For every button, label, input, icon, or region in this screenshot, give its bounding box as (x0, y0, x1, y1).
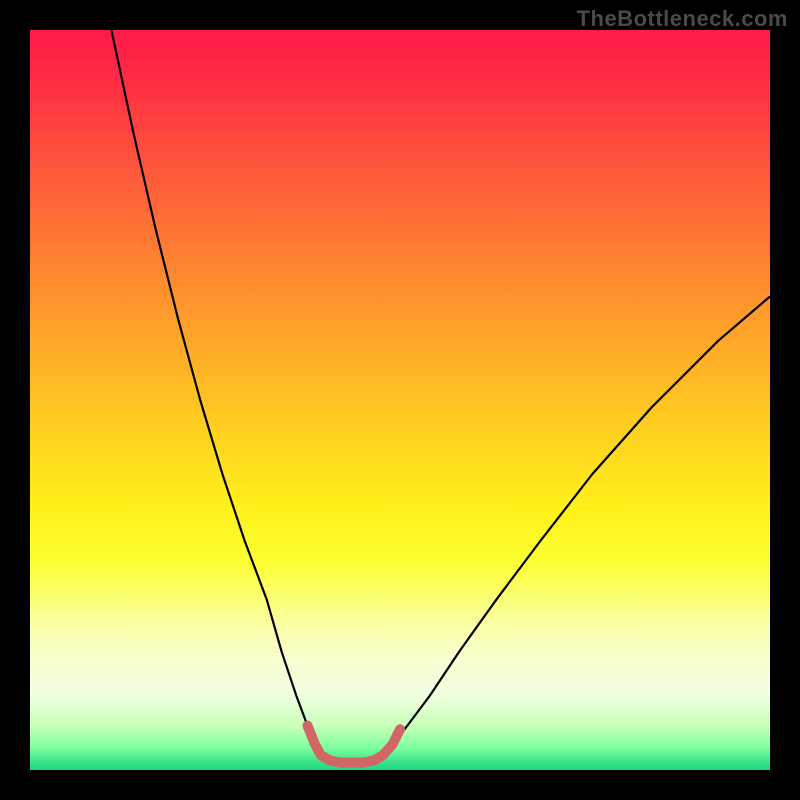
series-bottom-highlight (308, 726, 401, 763)
chart-frame: TheBottleneck.com (0, 0, 800, 800)
curve-layer (30, 30, 770, 770)
plot-area (30, 30, 770, 770)
series-left-curve (111, 30, 320, 755)
watermark-text: TheBottleneck.com (577, 6, 788, 32)
series-right-curve (383, 296, 770, 755)
